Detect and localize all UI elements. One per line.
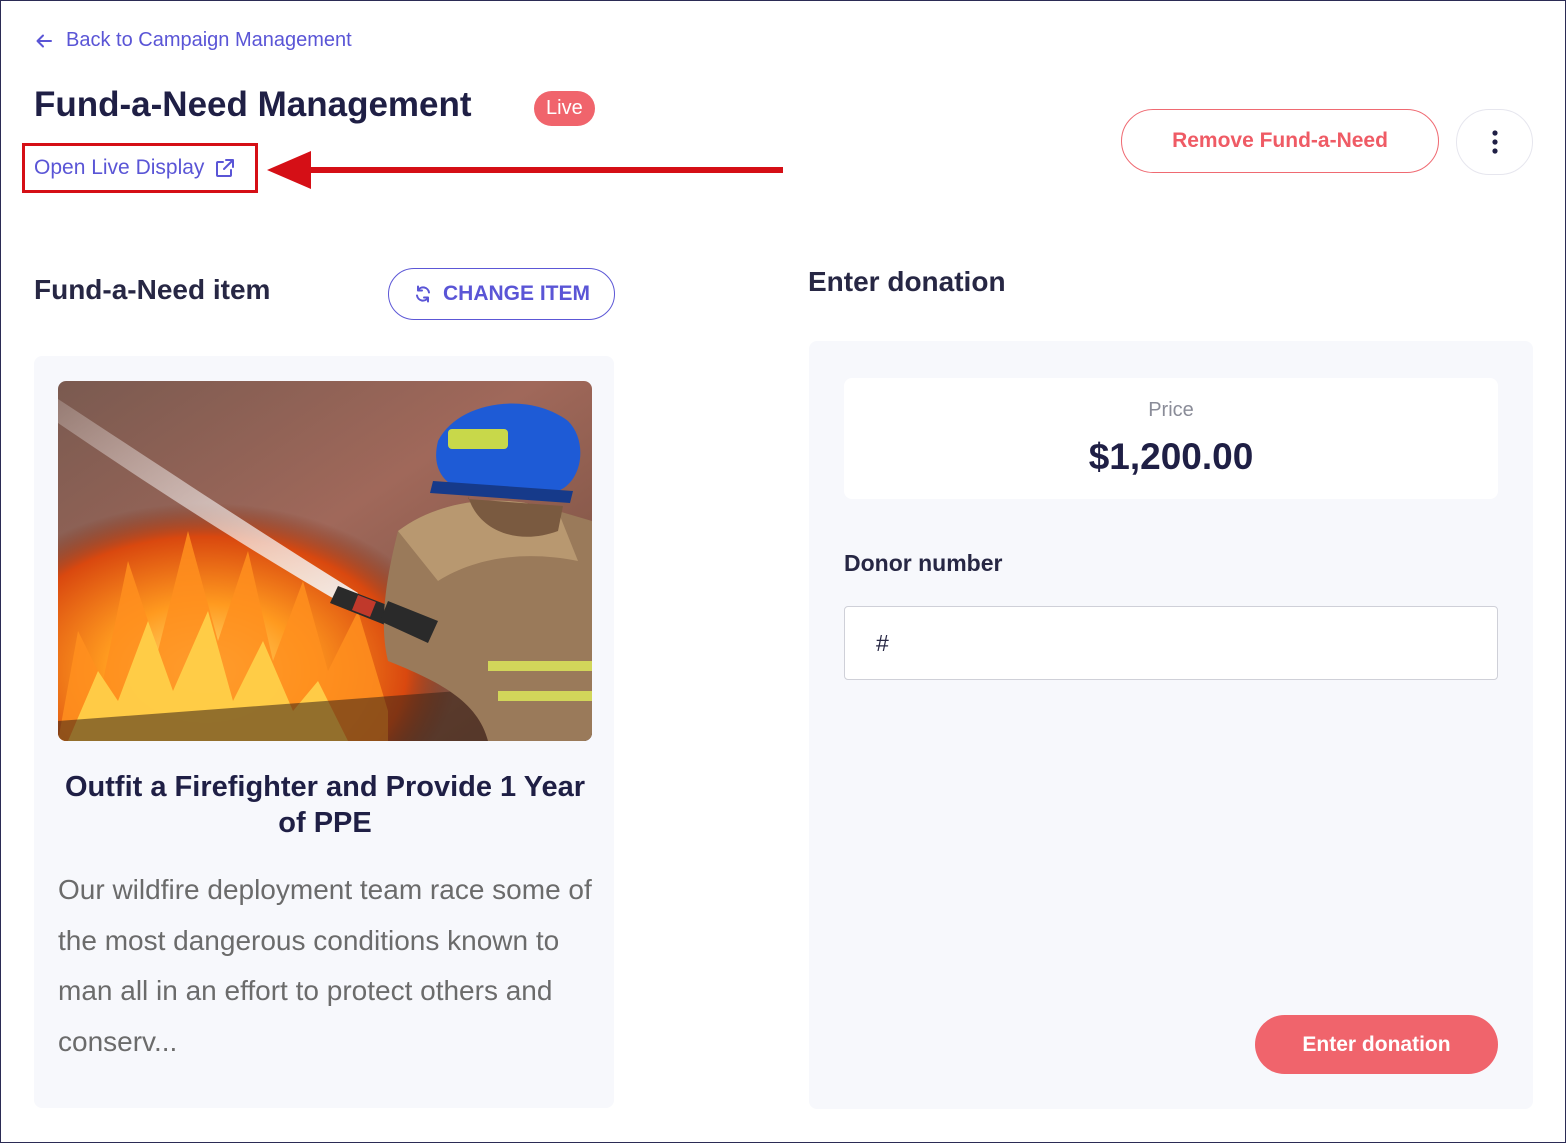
more-options-button[interactable] xyxy=(1456,109,1533,175)
change-item-label: CHANGE ITEM xyxy=(443,282,590,305)
change-item-button[interactable]: CHANGE ITEM xyxy=(388,268,615,320)
item-title: Outfit a Firefighter and Provide 1 Year … xyxy=(65,771,585,839)
remove-fund-a-need-button[interactable]: Remove Fund-a-Need xyxy=(1121,109,1439,173)
refresh-icon xyxy=(416,285,430,303)
back-link-label: Back to Campaign Management xyxy=(66,29,352,51)
app-window: Back to Campaign Management Fund-a-Need … xyxy=(0,0,1566,1143)
arrow-left-icon xyxy=(36,34,52,47)
item-description: Our wildfire deployment team race some o… xyxy=(58,874,592,1057)
donation-section-title: Enter donation xyxy=(808,266,1006,297)
back-link[interactable]: Back to Campaign Management xyxy=(34,29,352,52)
item-image xyxy=(58,381,592,741)
donor-number-input[interactable] xyxy=(844,606,1498,680)
external-link-icon xyxy=(216,159,235,177)
item-section-title: Fund-a-Need item xyxy=(34,274,271,305)
price-value: $1,200.00 xyxy=(1088,436,1254,477)
donor-number-label: Donor number xyxy=(844,550,1003,576)
open-live-display-link[interactable]: Open Live Display xyxy=(34,156,236,180)
status-badge: Live xyxy=(534,91,595,126)
firefighter-photo xyxy=(58,381,592,741)
price-label: Price xyxy=(1148,399,1194,421)
annotation-arrow xyxy=(267,151,783,189)
enter-donation-button[interactable]: Enter donation xyxy=(1255,1015,1498,1074)
page-title: Fund-a-Need Management xyxy=(34,85,472,124)
open-live-display-label: Open Live Display xyxy=(34,156,205,179)
more-vertical-icon xyxy=(1491,130,1498,154)
